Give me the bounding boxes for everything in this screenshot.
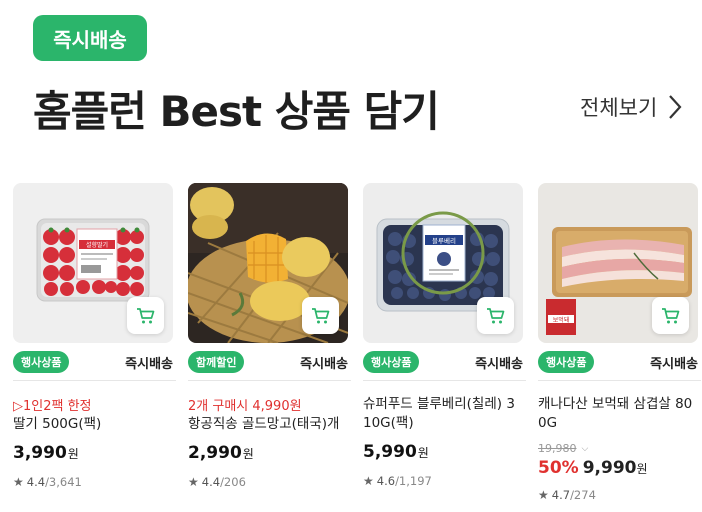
chevron-down-icon[interactable]: ⌵: [582, 444, 589, 454]
product-rating: ★ 4.6/1,197: [363, 474, 432, 488]
star-icon: ★: [13, 475, 24, 489]
product-image[interactable]: 블루베리: [363, 183, 523, 343]
cart-icon: [661, 307, 679, 323]
view-all-label: 전체보기: [580, 96, 658, 120]
section-title: 홈플런 Best 상품 담기: [33, 87, 440, 136]
delivery-type-label: 즉시배송: [475, 356, 523, 372]
divider: [363, 380, 526, 381]
star-icon: ★: [538, 488, 549, 502]
product-image[interactable]: 설향딸기: [13, 183, 173, 343]
divider: [13, 380, 176, 381]
product-card[interactable]: 보먹돼 행사상품 즉시배송 캐나다산 보먹돼 삼겹살 800G 19,980 ⌵…: [538, 183, 701, 502]
product-image[interactable]: [188, 183, 348, 343]
star-icon: ★: [363, 474, 374, 488]
star-icon: ★: [188, 475, 199, 489]
product-card[interactable]: 블루베리 행사상품 즉시배송 슈퍼푸드 블루베리(칠레) 310G(팩) 5,9…: [363, 183, 526, 488]
original-price: 19,980: [538, 442, 577, 455]
delivery-type-label: 즉시배송: [125, 356, 173, 372]
divider: [188, 380, 351, 381]
package-label: 블루베리: [432, 236, 456, 245]
promo-text: 2개 구매시 4,990원: [188, 399, 302, 414]
event-product-tag: 행사상품: [538, 351, 595, 373]
package-label: 설향딸기: [86, 241, 108, 249]
promo-text: ▷1인2팩 한정: [13, 399, 92, 414]
product-price: 2,990원: [188, 443, 254, 463]
product-name[interactable]: 슈퍼푸드 블루베리(칠레) 310G(팩): [363, 395, 523, 433]
add-to-cart-button[interactable]: [652, 297, 689, 334]
discount-rate: 50%: [538, 458, 579, 478]
add-to-cart-button[interactable]: [477, 297, 514, 334]
product-name[interactable]: 딸기 500G(팩): [13, 415, 173, 434]
cart-icon: [486, 307, 504, 323]
product-image[interactable]: 보먹돼: [538, 183, 698, 343]
together-discount-tag: 함께할인: [188, 351, 245, 373]
event-product-tag: 행사상품: [363, 351, 420, 373]
product-rating: ★ 4.4/206: [188, 475, 246, 489]
cart-icon: [136, 307, 154, 323]
event-product-tag: 행사상품: [13, 351, 70, 373]
product-price: 5,990원: [363, 442, 429, 462]
add-to-cart-button[interactable]: [127, 297, 164, 334]
divider: [538, 380, 701, 381]
discounted-price: 50% 9,990원: [538, 458, 648, 478]
instant-delivery-badge: 즉시배송: [33, 15, 147, 61]
add-to-cart-button[interactable]: [302, 297, 339, 334]
product-card[interactable]: 설향딸기 행사상품 즉시배송 ▷1인2팩 한정 딸기 500G(팩) 3,990…: [13, 183, 176, 489]
product-price: 3,990원: [13, 443, 79, 463]
view-all-link[interactable]: 전체보기: [580, 92, 683, 122]
brand-sticker-label: 보먹돼: [553, 316, 570, 324]
product-name[interactable]: 캐나다산 보먹돼 삼겹살 800G: [538, 395, 698, 433]
product-card[interactable]: 함께할인 즉시배송 2개 구매시 4,990원 항공직송 골드망고(태국)개 2…: [188, 183, 351, 489]
cart-icon: [311, 307, 329, 323]
product-rating: ★ 4.4/3,641: [13, 475, 82, 489]
chevron-right-icon: [669, 95, 682, 119]
delivery-type-label: 즉시배송: [300, 356, 348, 372]
product-name[interactable]: 항공직송 골드망고(태국)개: [188, 415, 348, 434]
product-rating: ★ 4.7/274: [538, 488, 596, 502]
delivery-type-label: 즉시배송: [650, 356, 698, 372]
